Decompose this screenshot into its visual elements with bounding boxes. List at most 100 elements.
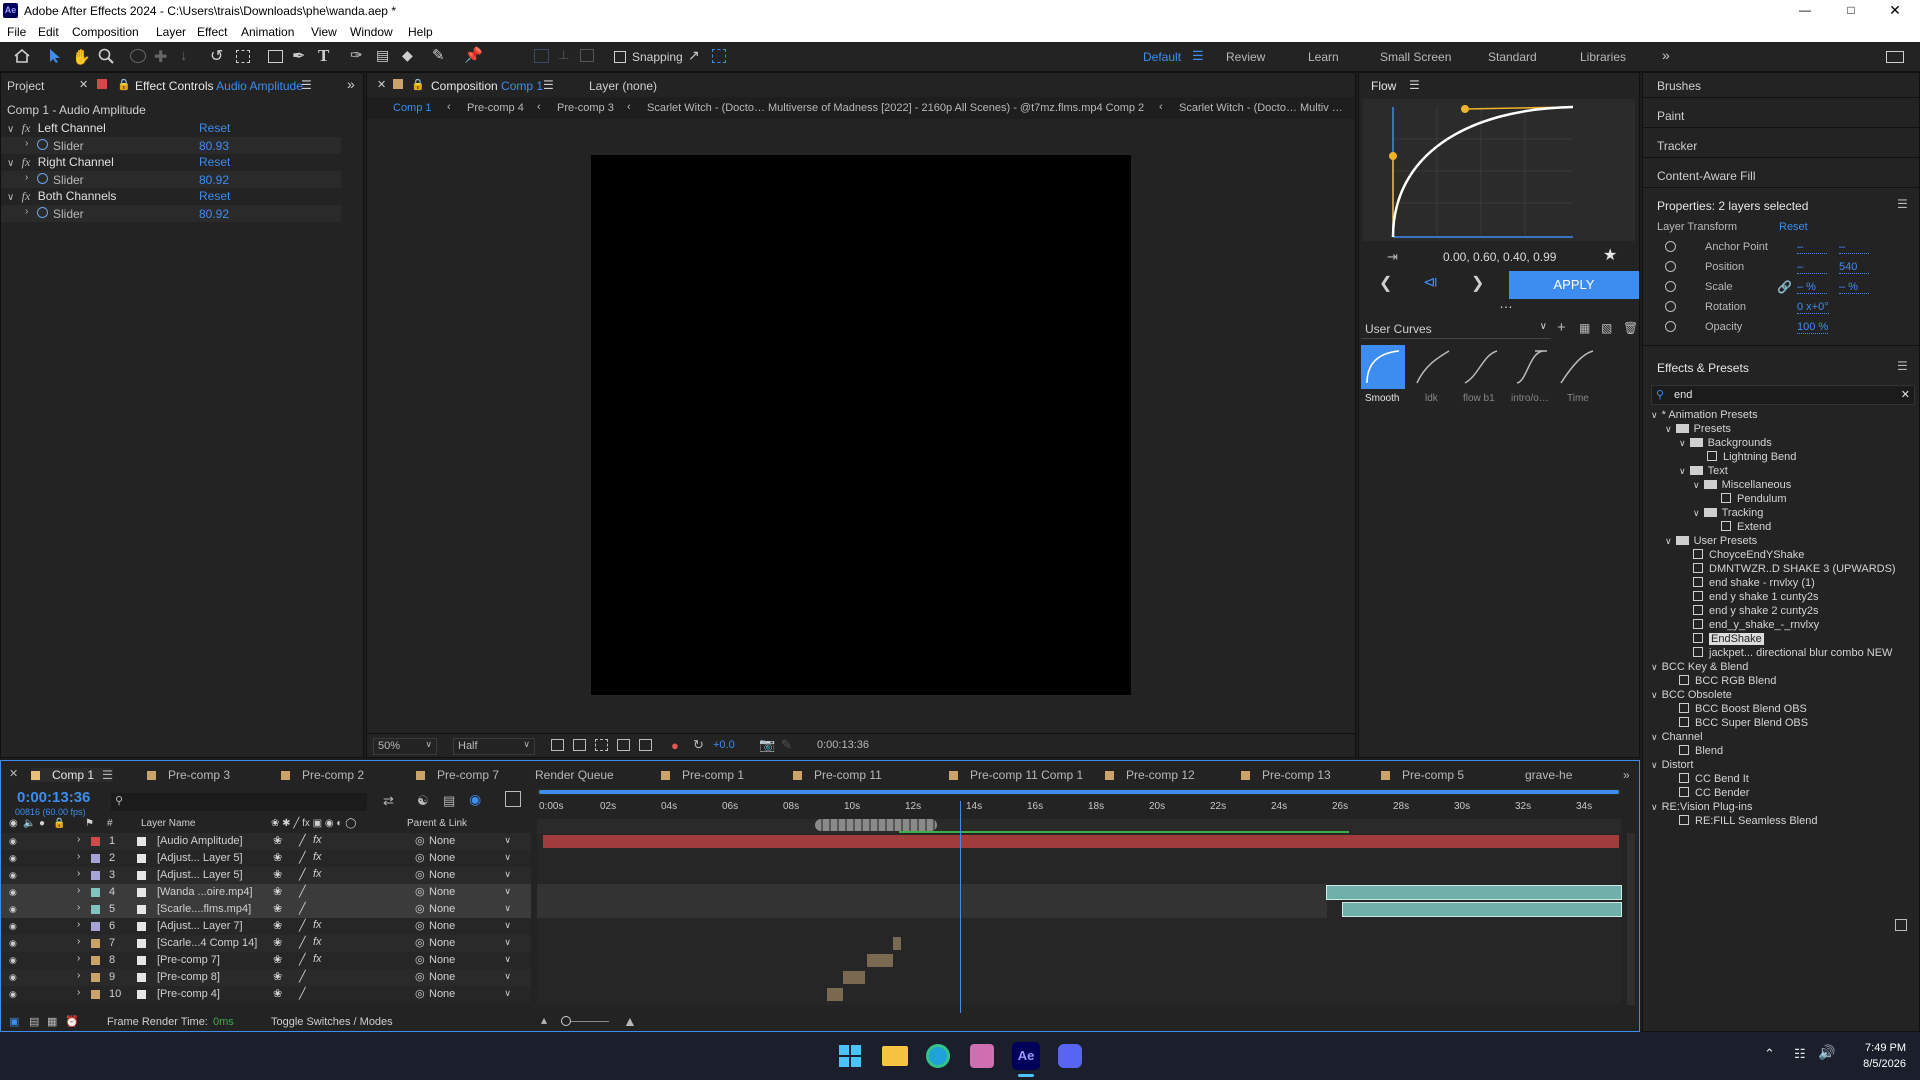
label-color-chip[interactable] — [91, 871, 100, 880]
roto-brush-tool-icon[interactable]: ✎ — [432, 46, 445, 64]
effects-preset-item[interactable]: CC Bender — [1679, 787, 1749, 799]
pickwhip-icon[interactable]: ◎ — [415, 902, 425, 915]
clone-stamp-tool-icon[interactable]: ▤ — [376, 47, 389, 64]
lock-icon[interactable]: 🔒 — [411, 78, 425, 91]
exposure-value[interactable]: +0.0 — [713, 739, 735, 751]
quality-switch-icon[interactable]: ╱ — [299, 919, 306, 932]
toggle-transfer-controls-icon[interactable]: ▤ — [29, 1015, 39, 1028]
quality-switch-icon[interactable]: ╱ — [299, 868, 306, 881]
slider-value[interactable]: 80.93 — [199, 139, 229, 153]
guides-icon[interactable] — [617, 739, 630, 751]
timeline-tab[interactable]: Comp 1 ☰ — [31, 768, 113, 782]
effects-category[interactable]: ∨ Channel — [1651, 731, 1703, 743]
comp-viewer[interactable] — [591, 155, 1131, 695]
menu-help[interactable]: Help — [408, 25, 433, 39]
curve-preset-smooth[interactable] — [1361, 345, 1405, 389]
delete-curve-icon[interactable]: 🗑 — [1623, 321, 1638, 335]
layer-duration-bar[interactable] — [867, 954, 893, 967]
pickwhip-icon[interactable]: ◎ — [415, 953, 425, 966]
workspace-panel-icon[interactable] — [1886, 51, 1904, 63]
add-curve-icon[interactable]: + — [1557, 319, 1566, 336]
toggle-in-out-icon[interactable]: ▦ — [47, 1015, 57, 1028]
layer-row[interactable]: ◉ › 10 [Pre-comp 4] ❀ ╱ ◎ None ∨ — [1, 986, 531, 1003]
fx-icon[interactable]: fx — [22, 155, 31, 169]
visibility-eye-icon[interactable]: ◉ — [9, 972, 19, 982]
fx-switch-icon[interactable]: fx — [313, 936, 322, 948]
layer-duration-bar[interactable] — [893, 937, 901, 950]
label-color-chip[interactable] — [91, 939, 100, 948]
curve-values[interactable]: 0.00, 0.60, 0.40, 0.99 — [1443, 250, 1556, 264]
effects-preset-item[interactable]: BCC RGB Blend — [1679, 675, 1776, 687]
fx-switch-icon[interactable]: fx — [313, 851, 322, 863]
menu-effect[interactable]: Effect — [197, 25, 227, 39]
visibility-eye-icon[interactable]: ◉ — [9, 853, 19, 863]
timeline-tab[interactable]: grave-he — [1525, 768, 1572, 782]
quality-switch-icon[interactable]: ╱ — [299, 834, 306, 847]
close-tab-icon[interactable]: ✕ — [79, 78, 88, 91]
windows-start-icon[interactable] — [838, 1044, 862, 1068]
parent-dropdown[interactable]: None ∨ — [429, 937, 513, 951]
orbit-tool-icon[interactable] — [130, 49, 146, 63]
parent-dropdown[interactable]: None ∨ — [429, 954, 513, 968]
label-color-chip[interactable] — [91, 837, 100, 846]
breadcrumb-item[interactable]: Scarlet Witch - (Docto… Multiverse of Ma… — [647, 102, 1144, 114]
menu-edit[interactable]: Edit — [38, 25, 59, 39]
tree-chevron-icon[interactable]: ∨ — [1679, 438, 1686, 448]
snap-edges-icon[interactable]: ↗ — [688, 47, 700, 64]
pickwhip-icon[interactable]: ◎ — [415, 834, 425, 847]
export-curve-icon[interactable]: ▧ — [1601, 321, 1612, 335]
expand-chevron-icon[interactable]: › — [77, 868, 80, 879]
tree-chevron-icon[interactable]: ∨ — [1693, 480, 1700, 490]
visibility-eye-icon[interactable]: ◉ — [9, 955, 19, 965]
tab-layer[interactable]: Layer (none) — [589, 79, 657, 93]
show-hidden-icons-icon[interactable]: ⌃ — [1764, 1046, 1775, 1062]
paint-panel-tab[interactable]: Paint — [1657, 109, 1684, 123]
clock-time[interactable]: 7:49 PM — [1856, 1042, 1906, 1054]
maximize-button[interactable]: □ — [1836, 0, 1866, 22]
prop-value-y[interactable]: – % — [1839, 281, 1869, 294]
label-color-chip[interactable] — [91, 956, 100, 965]
quality-switch-icon[interactable]: ╱ — [299, 953, 306, 966]
reset-exposure-icon[interactable]: ↻ — [693, 737, 704, 753]
pen-tool-icon[interactable]: ✒ — [292, 46, 305, 66]
panel-expand-icon[interactable]: » — [347, 76, 355, 92]
menu-layer[interactable]: Layer — [156, 25, 186, 39]
timeline-tab[interactable]: Pre-comp 12 — [1105, 768, 1195, 782]
close-tab-icon[interactable]: ✕ — [377, 78, 386, 91]
ease-both-icon[interactable]: ⧏ — [1423, 273, 1438, 291]
fx-switch-icon[interactable]: fx — [313, 834, 322, 846]
layer-name[interactable]: [Adjust... Layer 5] — [157, 869, 257, 881]
visibility-eye-icon[interactable]: ◉ — [9, 938, 19, 948]
quality-switch-icon[interactable]: ╱ — [299, 987, 306, 1000]
grid-icon[interactable] — [639, 739, 652, 751]
effects-folder-item[interactable]: ∨ Tracking — [1693, 507, 1763, 519]
copy-values-icon[interactable]: ⇥ — [1387, 249, 1398, 265]
layer-duration-bar[interactable] — [543, 835, 1619, 848]
import-curve-icon[interactable]: ▦ — [1579, 321, 1590, 335]
clear-search-icon[interactable]: ✕ — [1901, 388, 1910, 401]
timeline-tab[interactable]: Pre-comp 1 — [661, 768, 744, 782]
minimize-button[interactable]: — — [1790, 0, 1820, 22]
parent-dropdown[interactable]: None ∨ — [429, 988, 513, 1002]
rotation-tool-icon[interactable]: ↺ — [210, 46, 223, 66]
clock-date[interactable]: 8/5/2026 — [1850, 1058, 1906, 1070]
expand-chevron-icon[interactable]: › — [77, 936, 80, 947]
effects-preset-item[interactable]: Blend — [1679, 745, 1723, 757]
fx-switch-icon[interactable]: fx — [313, 868, 322, 880]
stopwatch-icon[interactable] — [1665, 321, 1676, 332]
timeline-scrollbar[interactable] — [1627, 833, 1635, 1005]
collapse-chevron-icon[interactable]: ∨ — [7, 124, 14, 135]
layer-name[interactable]: [Pre-comp 4] — [157, 988, 257, 1000]
expand-chevron-icon[interactable]: › — [77, 885, 80, 896]
pan-behind-tool-icon[interactable] — [236, 50, 250, 63]
tree-chevron-icon[interactable]: ∨ — [1665, 424, 1672, 434]
effects-preset-item[interactable]: end y shake 2 cunty2s — [1693, 605, 1818, 617]
effects-search-input[interactable]: ⚲ end ✕ — [1651, 385, 1915, 405]
panel-menu-icon[interactable]: ☰ — [301, 78, 312, 92]
effect-right-channel[interactable]: ∨ fx Right Channel Reset — [7, 155, 347, 170]
toggle-switches-modes-button[interactable]: Toggle Switches / Modes — [271, 1016, 393, 1028]
curve-editor[interactable] — [1363, 99, 1635, 241]
ease-in-icon[interactable]: ❮ — [1379, 273, 1392, 293]
current-time[interactable]: 0:00:13:36 — [17, 789, 90, 806]
visibility-eye-icon[interactable]: ◉ — [9, 836, 19, 846]
